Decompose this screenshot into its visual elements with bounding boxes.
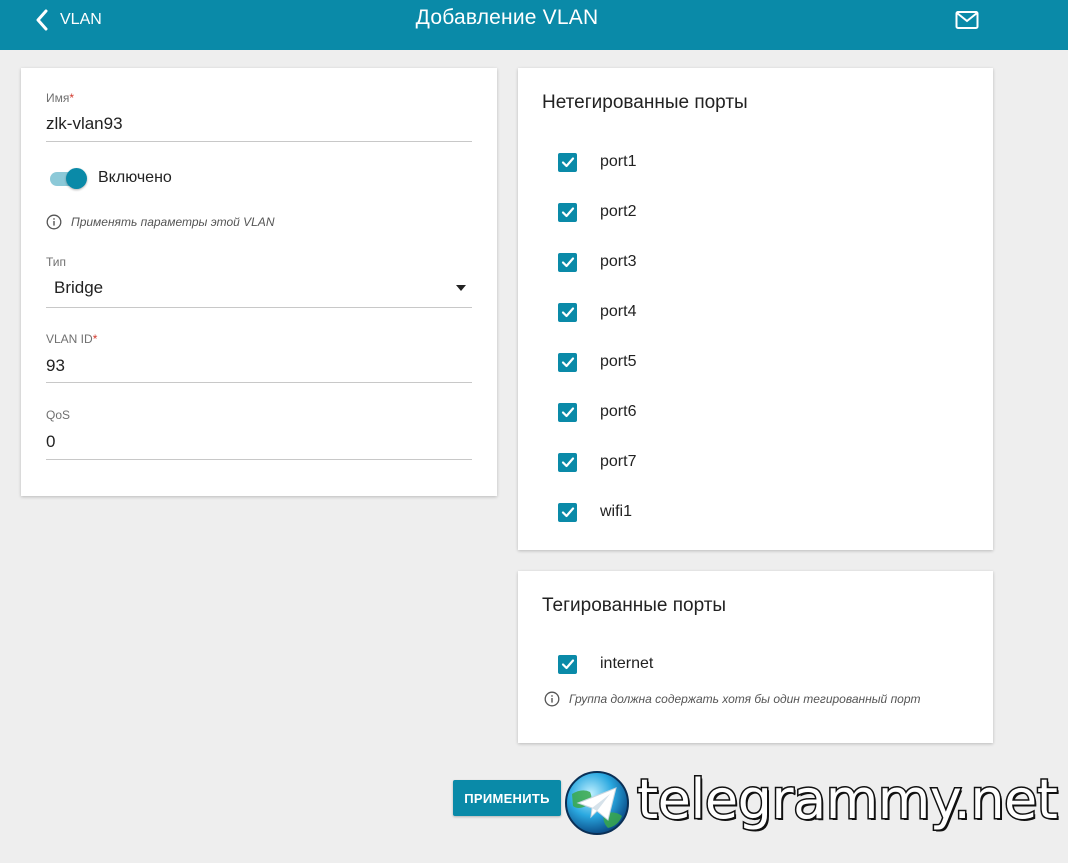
port-label: port1 — [600, 153, 637, 170]
enabled-toggle-label: Включено — [98, 169, 172, 186]
enabled-hint-text: Применять параметры этой VLAN — [71, 215, 275, 229]
vlan-id-label-text: VLAN ID — [46, 332, 93, 346]
caret-down-icon — [456, 285, 466, 291]
port-checkbox-row[interactable]: port3 — [558, 252, 636, 272]
info-icon — [46, 214, 62, 230]
port-label: wifi1 — [600, 503, 633, 520]
type-select-value: Bridge — [54, 278, 104, 297]
telegram-logo-icon — [565, 771, 629, 835]
port-label: port2 — [600, 203, 637, 220]
port-checkbox-row[interactable]: port7 — [558, 452, 636, 472]
port-label: port4 — [600, 303, 637, 320]
checkbox[interactable] — [558, 654, 577, 674]
port-label: port3 — [600, 253, 637, 270]
checkbox[interactable] — [558, 352, 577, 372]
port-label: port6 — [600, 403, 637, 420]
checkbox[interactable] — [558, 402, 577, 422]
checkbox[interactable] — [558, 252, 577, 272]
top-bar: VLAN Добавление VLAN — [0, 0, 1068, 50]
check-icon — [561, 407, 574, 418]
port-checkbox-row[interactable]: port1 — [558, 152, 636, 172]
vlan-id-field-label: VLAN ID* — [46, 332, 97, 346]
check-icon — [561, 659, 574, 670]
qos-input[interactable] — [46, 432, 472, 452]
port-label: internet — [600, 655, 654, 672]
required-mark: * — [69, 91, 75, 105]
info-icon — [544, 691, 560, 707]
vlan-settings-card: Имя* Включено Применять параметры этой V… — [21, 68, 497, 496]
apply-button[interactable]: ПРИМЕНИТЬ — [453, 780, 561, 816]
toggle-knob — [66, 168, 87, 189]
name-input[interactable] — [46, 114, 472, 134]
qos-input-underline — [46, 459, 472, 460]
type-field-label: Тип — [46, 255, 67, 269]
tagged-ports-card: Тегированные порты internet Группа должн… — [518, 571, 993, 743]
tagged-hint-text: Группа должна содержать хотя бы один тег… — [569, 692, 921, 706]
name-field-label: Имя* — [46, 91, 74, 105]
qos-field-label: QoS — [46, 408, 71, 422]
vlan-id-input-underline — [46, 382, 472, 383]
name-label-text: Имя — [46, 91, 70, 105]
checkbox[interactable] — [558, 202, 577, 222]
port-checkbox-row[interactable]: internet — [558, 654, 653, 674]
checkbox[interactable] — [558, 502, 577, 522]
mail-icon[interactable] — [955, 10, 979, 30]
checkbox[interactable] — [558, 452, 577, 472]
type-select[interactable]: Bridge — [46, 274, 472, 302]
check-icon — [561, 507, 574, 518]
check-icon — [561, 257, 574, 268]
untagged-ports-title: Нетегированные порты — [542, 92, 748, 113]
enabled-toggle[interactable] — [50, 168, 87, 189]
checkbox[interactable] — [558, 302, 577, 322]
port-checkbox-row[interactable]: port5 — [558, 352, 636, 372]
port-checkbox-row[interactable]: port4 — [558, 302, 636, 322]
page-title: Добавление VLAN — [415, 6, 599, 29]
tagged-ports-title: Тегированные порты — [542, 595, 727, 616]
check-icon — [561, 307, 574, 318]
check-icon — [561, 207, 574, 218]
type-select-underline — [46, 307, 472, 308]
enabled-hint: Применять параметры этой VLAN — [46, 214, 274, 230]
port-checkbox-row[interactable]: wifi1 — [558, 502, 632, 522]
vlan-id-input[interactable] — [46, 356, 472, 376]
check-icon — [561, 357, 574, 368]
watermark-text: telegrammy.net — [635, 767, 1059, 833]
port-label: port7 — [600, 453, 637, 470]
required-mark: * — [92, 332, 98, 346]
port-label: port5 — [600, 353, 637, 370]
port-checkbox-row[interactable]: port6 — [558, 402, 636, 422]
check-icon — [561, 457, 574, 468]
untagged-ports-card: Нетегированные порты port1 port2 port3 port… — [518, 68, 993, 550]
check-icon — [561, 157, 574, 168]
port-checkbox-row[interactable]: port2 — [558, 202, 636, 222]
checkbox[interactable] — [558, 152, 577, 172]
name-input-underline — [46, 141, 472, 142]
tagged-hint: Группа должна содержать хотя бы один тег… — [544, 691, 921, 707]
